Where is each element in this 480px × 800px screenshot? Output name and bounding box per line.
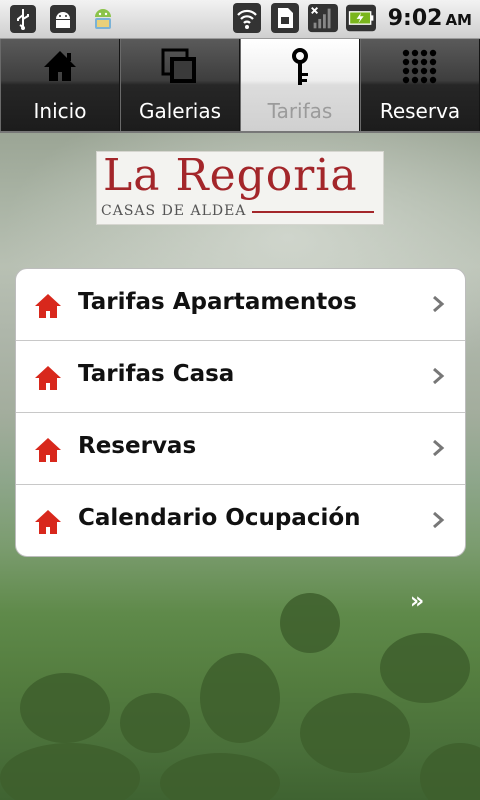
background-tree <box>160 753 280 800</box>
android-debug-icon <box>48 4 78 34</box>
menu-item-label: Reservas <box>78 433 197 459</box>
tab-label: Galerias <box>138 99 222 123</box>
chevron-right-icon <box>431 510 445 530</box>
background-tree <box>300 693 410 773</box>
clock: 9:02 AM <box>387 5 472 31</box>
content-area: La Regoria CASAS DE ALDEA Tarifas Aparta… <box>0 133 480 800</box>
usb-icon <box>8 4 38 34</box>
grid-icon <box>400 47 440 87</box>
wifi-icon <box>232 3 262 33</box>
background-tree <box>20 673 110 743</box>
tab-inicio[interactable]: Inicio <box>0 39 120 131</box>
battery-charging-icon <box>345 3 376 33</box>
house-icon <box>34 365 62 391</box>
house-icon <box>34 509 62 535</box>
tab-label: Tarifas <box>267 99 333 123</box>
next-arrows-icon[interactable]: » <box>410 589 424 614</box>
home-icon <box>40 47 80 87</box>
sim-card-icon <box>270 3 300 33</box>
house-icon <box>34 293 62 319</box>
tab-reserva[interactable]: Reserva <box>360 39 480 131</box>
menu-item-reservas[interactable]: Reservas <box>16 413 465 485</box>
key-icon <box>280 47 320 87</box>
logo-title: La Regoria <box>103 150 358 201</box>
background-tree <box>200 653 280 743</box>
tab-label: Reserva <box>379 99 461 123</box>
menu-item-label: Tarifas Apartamentos <box>78 289 357 315</box>
background-tree <box>0 743 140 800</box>
background-tree <box>280 593 340 653</box>
background-tree <box>380 633 470 703</box>
signal-icon <box>307 3 338 33</box>
house-icon <box>34 437 62 463</box>
tab-label: Inicio <box>33 99 87 123</box>
tab-bar: Inicio Galerias Tarifas Reserva <box>0 39 480 133</box>
menu-item-label: Calendario Ocupación <box>78 505 361 531</box>
tab-galerias[interactable]: Galerias <box>120 39 240 131</box>
tab-tarifas[interactable]: Tarifas <box>240 39 360 131</box>
logo: La Regoria CASAS DE ALDEA <box>96 150 384 225</box>
logo-underline <box>252 211 374 213</box>
logo-subtitle: CASAS DE ALDEA <box>101 203 247 219</box>
menu-item-label: Tarifas Casa <box>78 361 235 387</box>
menu-item-calendario-ocupacion[interactable]: Calendario Ocupación <box>16 485 465 556</box>
android-app-icon <box>88 4 118 34</box>
menu-list: Tarifas Apartamentos Tarifas Casa Reserv… <box>15 268 466 557</box>
menu-item-tarifas-apartamentos[interactable]: Tarifas Apartamentos <box>16 269 465 341</box>
chevron-right-icon <box>431 438 445 458</box>
menu-item-tarifas-casa[interactable]: Tarifas Casa <box>16 341 465 413</box>
chevron-right-icon <box>431 294 445 314</box>
background-tree <box>120 693 190 753</box>
chevron-right-icon <box>431 366 445 386</box>
status-bar: 9:02 AM <box>0 0 480 39</box>
background-tree <box>420 743 480 800</box>
gallery-icon <box>160 47 200 87</box>
